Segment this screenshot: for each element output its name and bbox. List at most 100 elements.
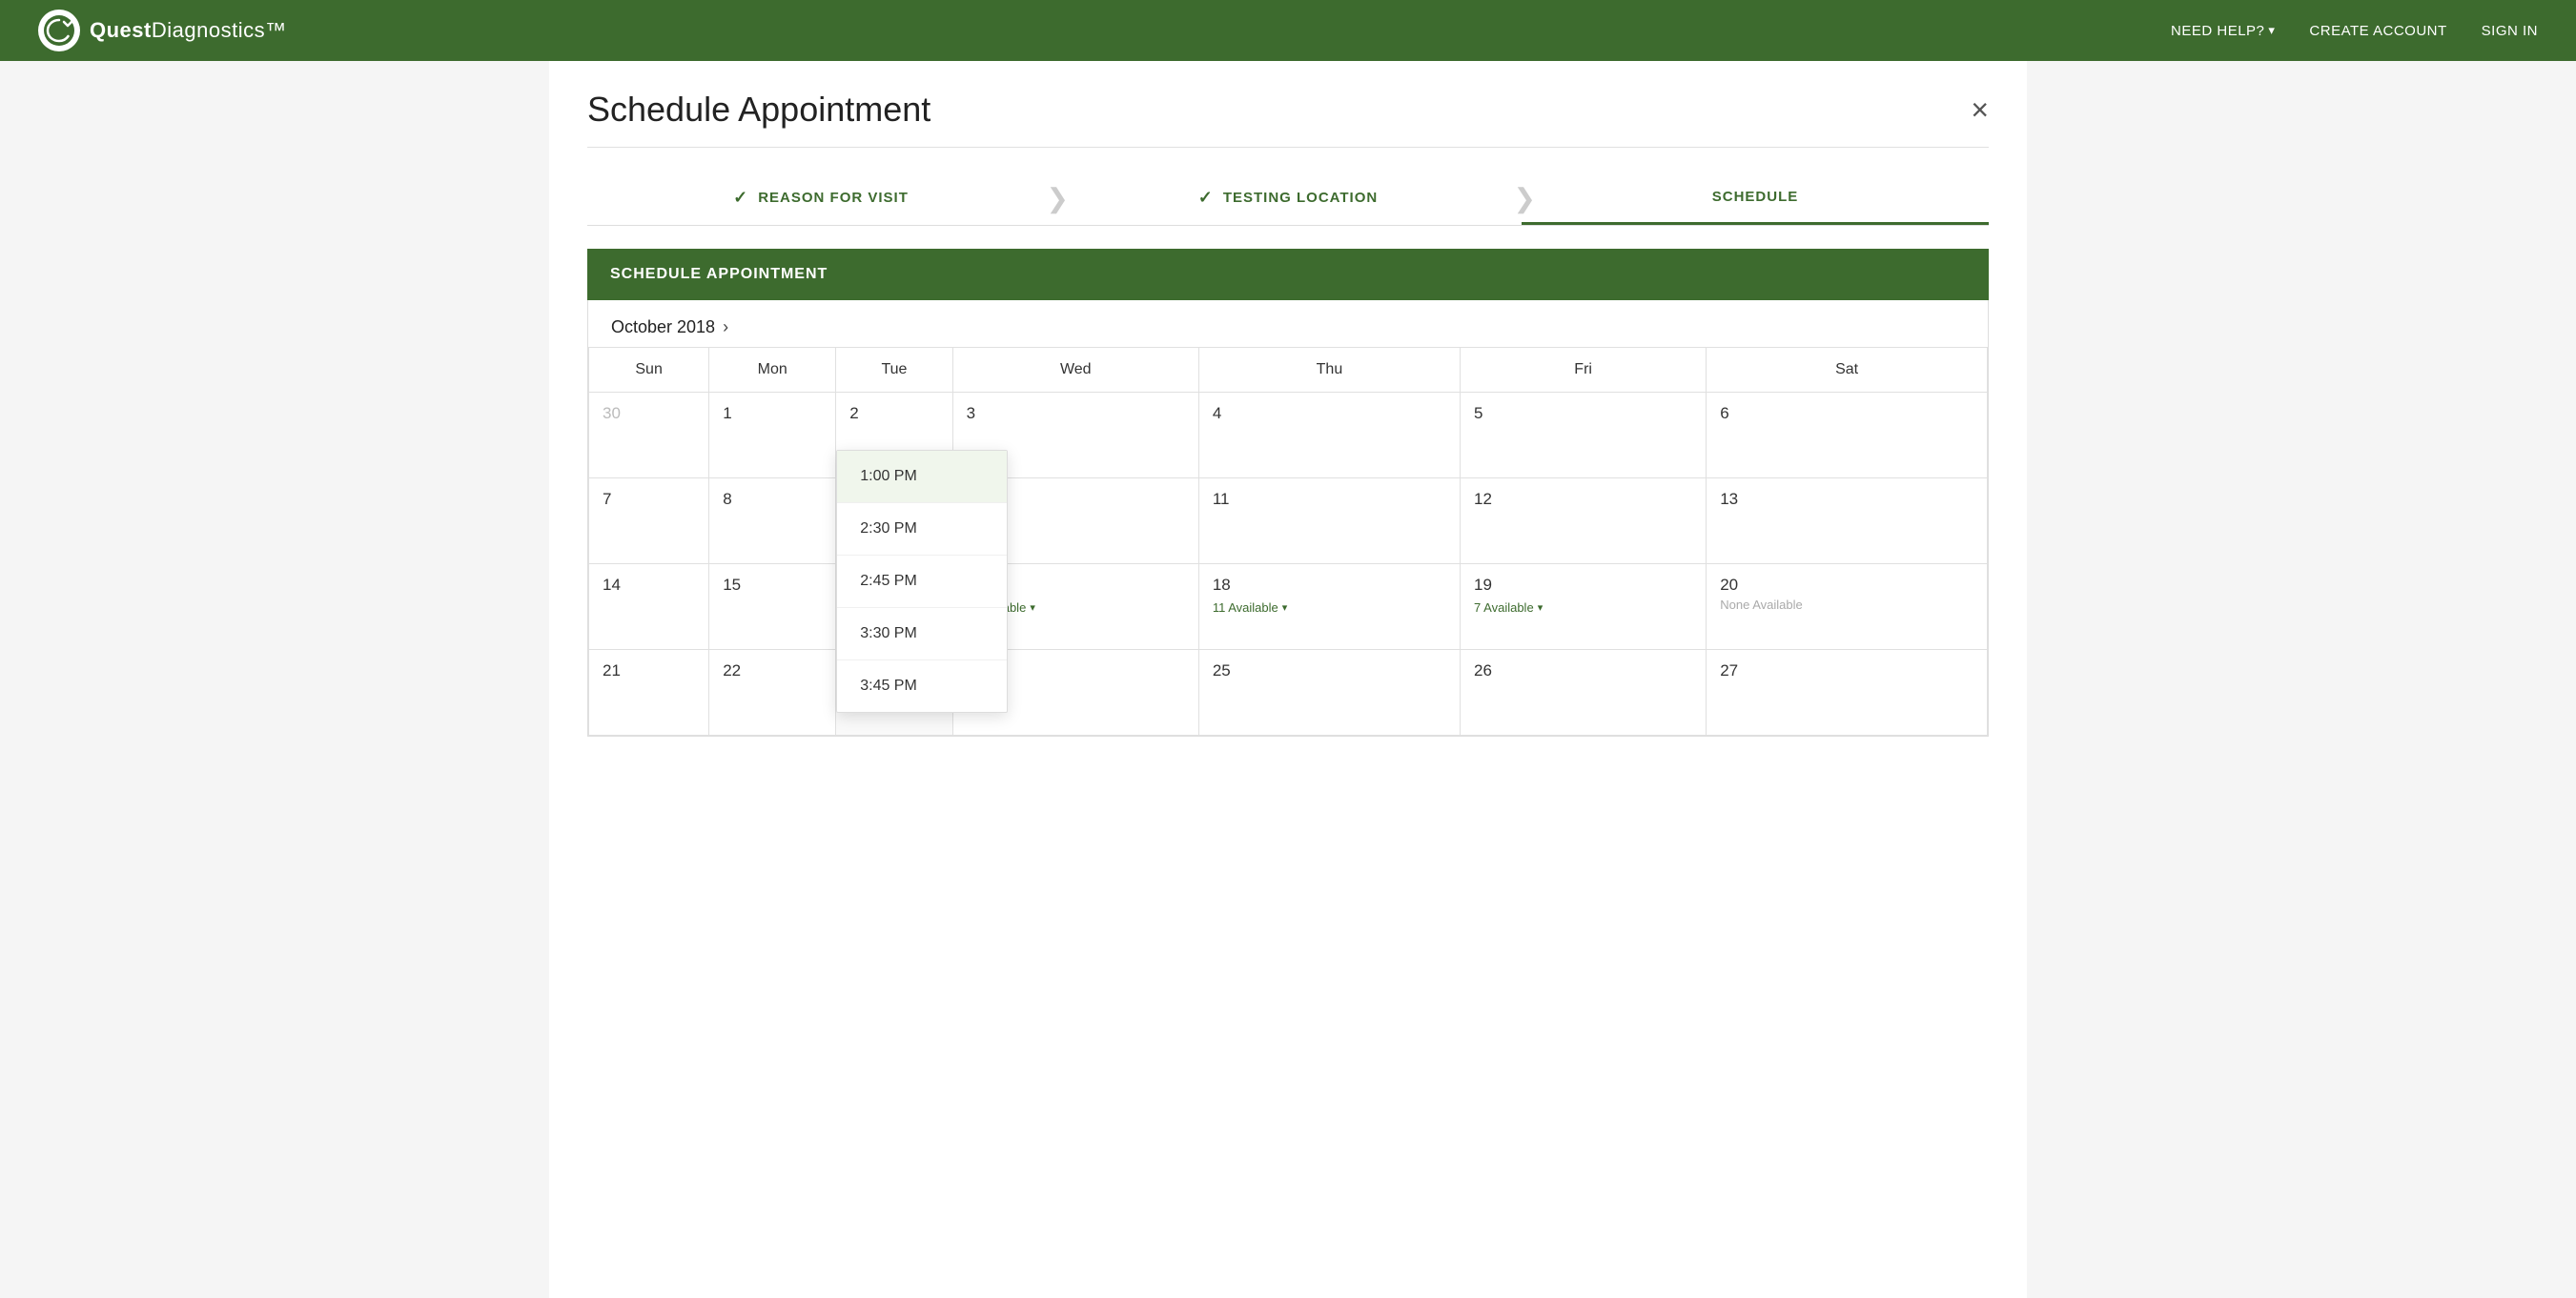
schedule-header: SCHEDULE APPOINTMENT <box>587 249 1989 300</box>
calendar-container: October 2018 › Sun Mon Tue Wed Thu Fri S… <box>587 300 1989 737</box>
table-row: 7 8 9 10 11 12 13 <box>589 478 1988 564</box>
steps-progress: ✓ REASON FOR VISIT ❯ ✓ TESTING LOCATION … <box>587 171 1989 226</box>
day-number: 19 <box>1474 576 1492 594</box>
table-row: 14 15 16 17 8 Available ▾ 18 11 Availabl… <box>589 564 1988 650</box>
day-30: 30 <box>589 393 709 478</box>
day-7: 7 <box>589 478 709 564</box>
day-4: 4 <box>1198 393 1460 478</box>
day-1: 1 <box>709 393 836 478</box>
step-schedule-label: SCHEDULE <box>1712 189 1799 205</box>
need-help-link[interactable]: NEED HELP? ▾ <box>2171 23 2275 39</box>
step-testing-location[interactable]: ✓ TESTING LOCATION ❯ <box>1054 171 1522 225</box>
page-title-row: Schedule Appointment × <box>587 90 1989 148</box>
page-title: Schedule Appointment <box>587 90 930 130</box>
calendar-header-row: Sun Mon Tue Wed Thu Fri Sat <box>589 348 1988 393</box>
day-25: 25 <box>1198 650 1460 736</box>
close-button[interactable]: × <box>1971 94 1989 125</box>
day-13: 13 <box>1707 478 1988 564</box>
table-row: 21 22 23 24 25 26 27 <box>589 650 1988 736</box>
day-26: 26 <box>1461 650 1707 736</box>
calendar-nav: October 2018 › <box>588 300 1988 347</box>
available-badge-18[interactable]: 11 Available ▾ <box>1213 600 1287 615</box>
time-option-2[interactable]: 2:30 PM <box>837 503 1007 556</box>
day-5: 5 <box>1461 393 1707 478</box>
day-14: 14 <box>589 564 709 650</box>
step-arrow-icon-2: ❯ <box>1514 182 1537 213</box>
none-available-label: None Available <box>1720 598 1803 612</box>
day-20: 20 None Available <box>1707 564 1988 650</box>
day-21: 21 <box>589 650 709 736</box>
day-number: 12 <box>1474 490 1492 508</box>
time-dropdown: 1:00 PM 2:30 PM 2:45 PM 3:30 PM 3:45 PM <box>836 450 1008 713</box>
calendar-month: October 2018 <box>611 317 715 337</box>
calendar-table: Sun Mon Tue Wed Thu Fri Sat 30 1 <box>588 347 1988 736</box>
col-fri: Fri <box>1461 348 1707 393</box>
time-option-4[interactable]: 3:30 PM <box>837 608 1007 660</box>
logo: QuestDiagnostics™ <box>38 10 287 51</box>
day-6: 6 <box>1707 393 1988 478</box>
col-thu: Thu <box>1198 348 1460 393</box>
day-number: 25 <box>1213 661 1231 679</box>
step-check-icon-2: ✓ <box>1198 188 1214 208</box>
sign-in-label: SIGN IN <box>2482 23 2538 39</box>
logo-icon <box>38 10 80 51</box>
day-number: 4 <box>1213 404 1221 422</box>
need-help-label: NEED HELP? <box>2171 23 2264 39</box>
day-2: 2 1:00 PM 2:30 PM 2:45 PM 3:30 PM 3:45 P… <box>836 393 952 478</box>
col-wed: Wed <box>952 348 1198 393</box>
available-count: 7 Available <box>1474 600 1534 615</box>
create-account-link[interactable]: CREATE ACCOUNT <box>2309 23 2446 39</box>
day-27: 27 <box>1707 650 1988 736</box>
day-number: 13 <box>1720 490 1738 508</box>
logo-text: QuestDiagnostics™ <box>90 18 287 43</box>
time-option-3[interactable]: 2:45 PM <box>837 556 1007 608</box>
step-reason-for-visit[interactable]: ✓ REASON FOR VISIT ❯ <box>587 171 1054 225</box>
day-number: 8 <box>723 490 731 508</box>
day-number: 18 <box>1213 576 1231 594</box>
day-number: 7 <box>603 490 611 508</box>
day-19[interactable]: 19 7 Available ▾ <box>1461 564 1707 650</box>
time-option-1[interactable]: 1:00 PM <box>837 451 1007 503</box>
chevron-down-icon: ▾ <box>2268 23 2275 38</box>
day-15: 15 <box>709 564 836 650</box>
day-number: 2 <box>849 404 858 422</box>
step-reason-label: REASON FOR VISIT <box>758 190 909 206</box>
dropdown-arrow-icon: ▾ <box>1030 601 1035 614</box>
sign-in-link[interactable]: SIGN IN <box>2482 23 2538 39</box>
dropdown-arrow-icon: ▾ <box>1538 601 1544 614</box>
step-schedule[interactable]: SCHEDULE <box>1522 171 1989 225</box>
day-number: 21 <box>603 661 621 679</box>
create-account-label: CREATE ACCOUNT <box>2309 23 2446 39</box>
col-sat: Sat <box>1707 348 1988 393</box>
step-location-label: TESTING LOCATION <box>1223 190 1378 206</box>
day-number: 22 <box>723 661 741 679</box>
day-12: 12 <box>1461 478 1707 564</box>
step-check-icon: ✓ <box>733 188 748 208</box>
col-sun: Sun <box>589 348 709 393</box>
site-header: QuestDiagnostics™ NEED HELP? ▾ CREATE AC… <box>0 0 2576 61</box>
day-number: 6 <box>1720 404 1728 422</box>
header-nav: NEED HELP? ▾ CREATE ACCOUNT SIGN IN <box>2171 23 2538 39</box>
dropdown-arrow-icon: ▾ <box>1282 601 1288 614</box>
day-8: 8 <box>709 478 836 564</box>
day-number: 14 <box>603 576 621 594</box>
step-arrow-icon: ❯ <box>1047 182 1070 213</box>
table-row: 30 1 2 1:00 PM 2:30 PM 2:45 PM 3:30 PM <box>589 393 1988 478</box>
page-container: Schedule Appointment × ✓ REASON FOR VISI… <box>549 61 2027 1298</box>
col-tue: Tue <box>836 348 952 393</box>
day-number: 3 <box>967 404 975 422</box>
day-18[interactable]: 18 11 Available ▾ <box>1198 564 1460 650</box>
day-number: 15 <box>723 576 741 594</box>
day-number: 30 <box>603 404 621 422</box>
available-badge-19[interactable]: 7 Available ▾ <box>1474 600 1543 615</box>
col-mon: Mon <box>709 348 836 393</box>
day-22: 22 <box>709 650 836 736</box>
day-number: 26 <box>1474 661 1492 679</box>
day-number: 1 <box>723 404 731 422</box>
day-number: 5 <box>1474 404 1482 422</box>
calendar-next-arrow[interactable]: › <box>723 317 728 337</box>
day-11: 11 <box>1198 478 1460 564</box>
day-number: 11 <box>1213 490 1230 508</box>
time-option-5[interactable]: 3:45 PM <box>837 660 1007 712</box>
day-number: 27 <box>1720 661 1738 679</box>
